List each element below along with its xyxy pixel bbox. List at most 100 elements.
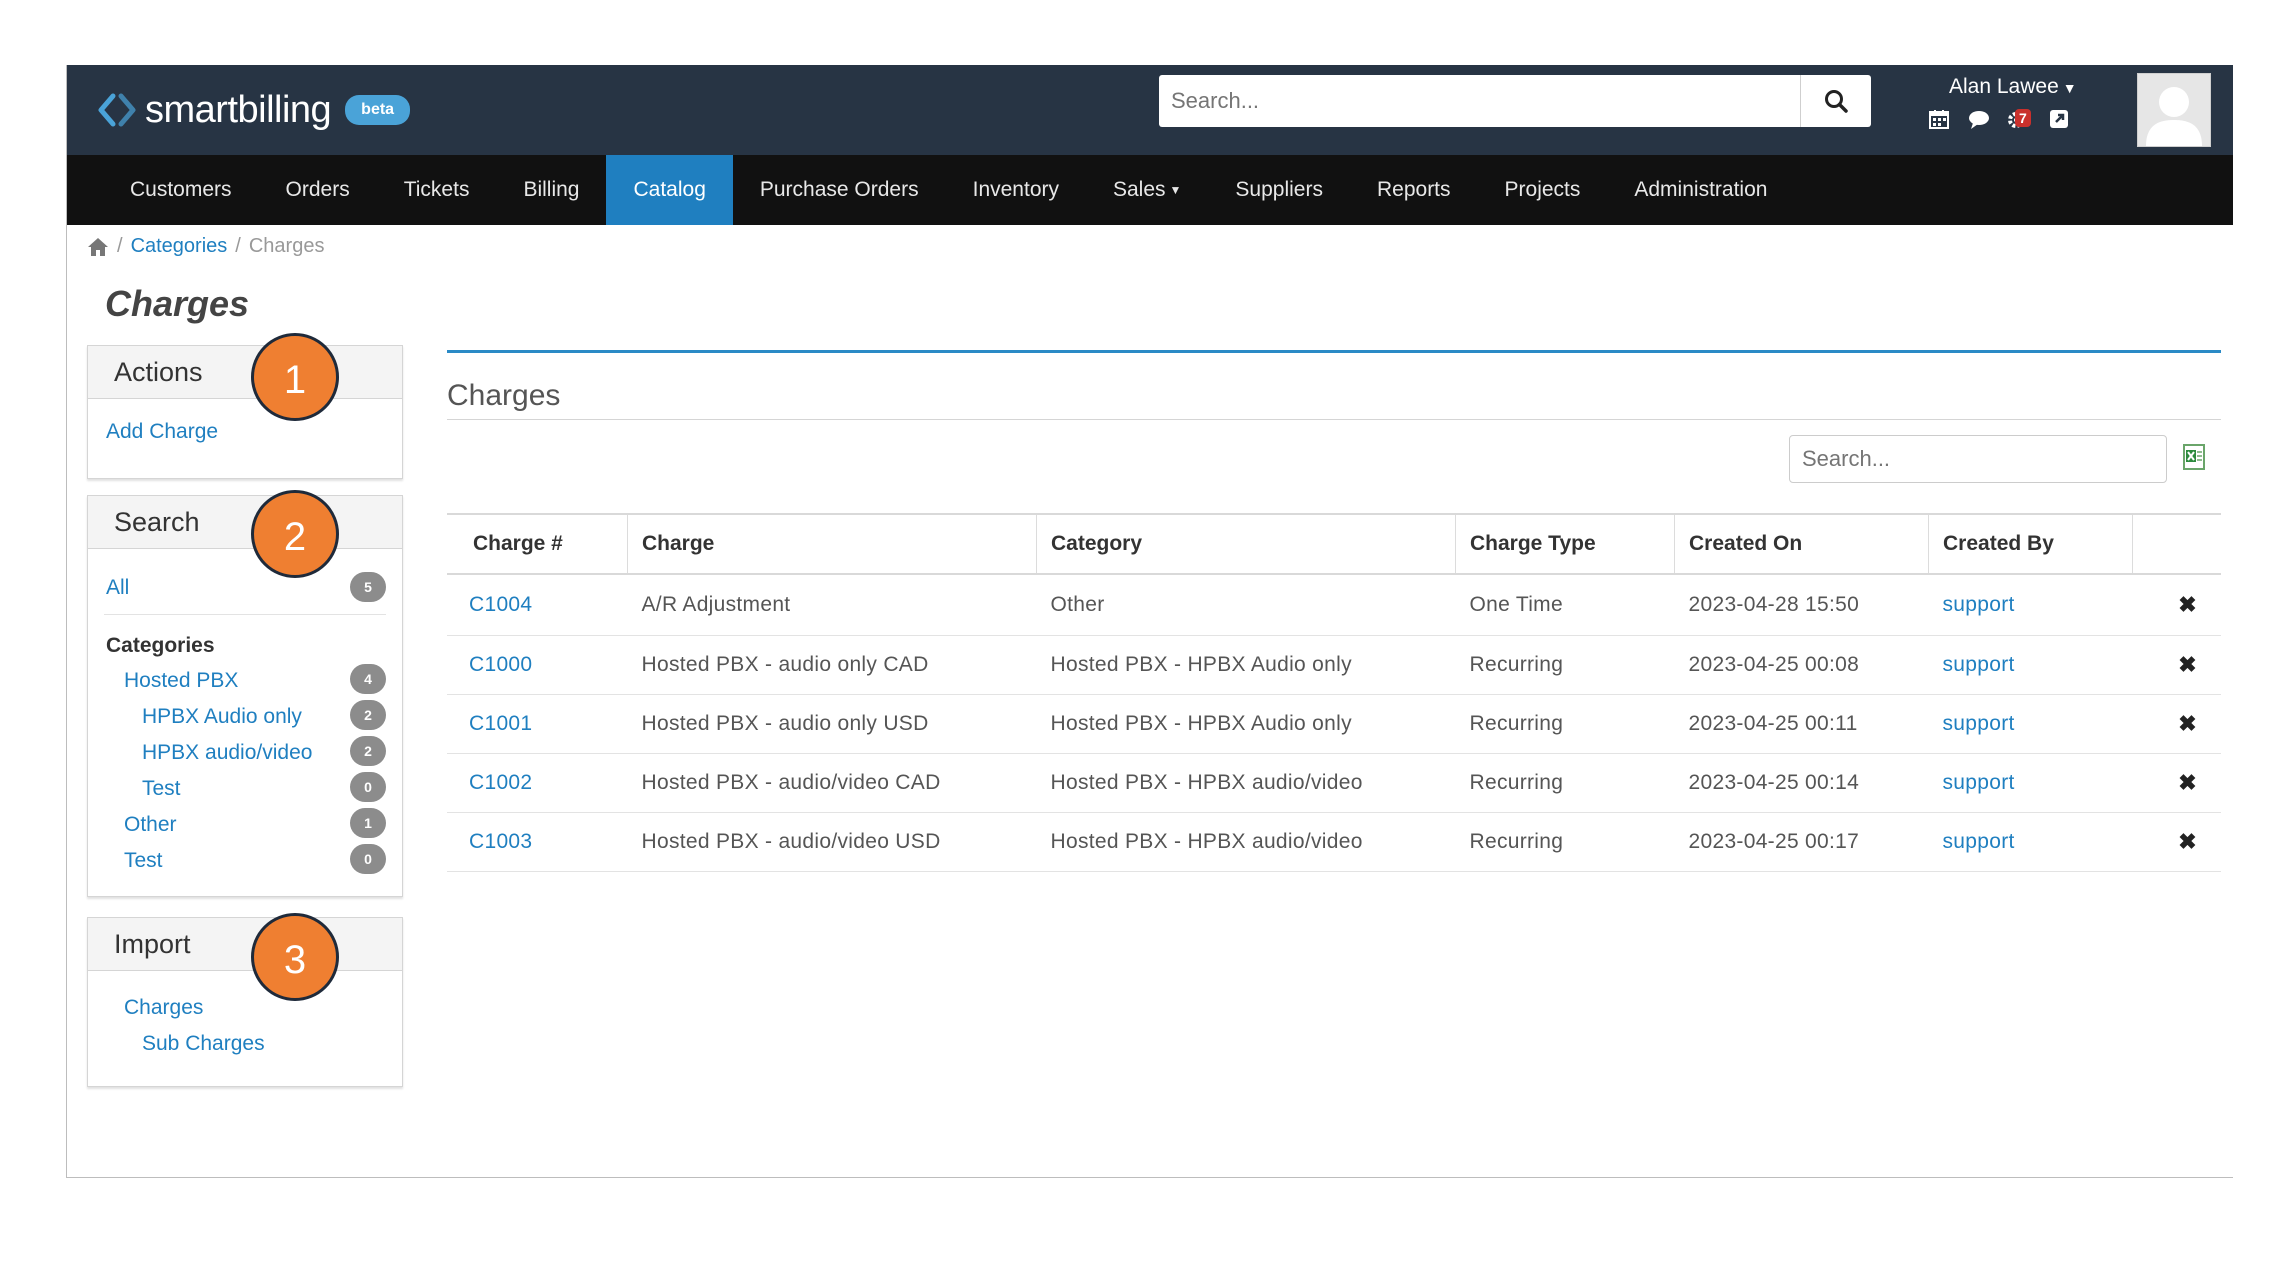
nav-label: Projects <box>1504 178 1581 201</box>
calendar-icon[interactable] <box>1927 107 1951 131</box>
created-by-link[interactable]: support <box>1943 830 2015 853</box>
charge-type-cell: Recurring <box>1455 812 1675 872</box>
charges-table: Charge # Charge Category Charge Type Cre… <box>447 513 2221 872</box>
excel-export-icon[interactable] <box>2183 444 2207 470</box>
created-by-link[interactable]: support <box>1943 771 2015 794</box>
column-header-created-by[interactable]: Created By <box>1928 513 2133 575</box>
column-header-charge[interactable]: Charge <box>627 513 1037 575</box>
nav-billing[interactable]: Billing <box>496 155 606 225</box>
column-header-charge-num[interactable]: Charge # <box>447 513 628 575</box>
charge-cell: A/R Adjustment <box>627 574 1037 636</box>
column-header-category[interactable]: Category <box>1036 513 1456 575</box>
charge-cell: Hosted PBX - audio/video USD <box>627 812 1037 872</box>
callout-2: 2 <box>251 490 339 578</box>
count-badge: 0 <box>350 844 386 874</box>
table-row: C1004 A/R Adjustment Other One Time 2023… <box>447 574 2221 636</box>
import-charges-link[interactable]: Charges <box>124 996 203 1020</box>
nav-label: Tickets <box>403 178 470 201</box>
add-charge-link[interactable]: Add Charge <box>106 420 218 444</box>
nav-catalog[interactable]: Catalog <box>606 155 733 225</box>
nav-reports[interactable]: Reports <box>1350 155 1478 225</box>
nav-purchase-orders[interactable]: Purchase Orders <box>733 155 946 225</box>
category-other[interactable]: Other <box>124 813 177 837</box>
charge-type-cell: Recurring <box>1455 635 1675 695</box>
page-title: Charges <box>105 283 250 324</box>
nav-label: Purchase Orders <box>759 178 919 201</box>
external-link-icon[interactable] <box>2047 107 2071 131</box>
nav-label: Reports <box>1376 178 1451 201</box>
home-icon[interactable] <box>87 237 109 257</box>
avatar[interactable] <box>2137 73 2211 147</box>
table-search-input[interactable] <box>1789 435 2167 483</box>
created-by-link[interactable]: support <box>1943 712 2015 735</box>
count-badge: 0 <box>350 772 386 802</box>
charge-number-link[interactable]: C1001 <box>469 712 532 735</box>
created-on-cell: 2023-04-28 15:50 <box>1674 574 1929 636</box>
caret-down-icon: ▼ <box>2062 80 2077 96</box>
breadcrumb-current: Charges <box>248 235 325 257</box>
global-search-button[interactable] <box>1800 75 1871 127</box>
section-rule <box>447 350 2221 353</box>
column-header-charge-type[interactable]: Charge Type <box>1455 513 1675 575</box>
category-test[interactable]: Test <box>124 849 163 873</box>
divider <box>104 614 386 615</box>
category-cell: Hosted PBX - HPBX Audio only <box>1036 694 1456 754</box>
delete-icon[interactable]: ✖ <box>2132 753 2221 813</box>
charge-number-link[interactable]: C1004 <box>469 593 532 616</box>
column-header-created-on[interactable]: Created On <box>1674 513 1929 575</box>
table-row: C1003 Hosted PBX - audio/video USD Hoste… <box>447 812 2221 872</box>
breadcrumb-categories[interactable]: Categories <box>131 235 228 258</box>
charge-cell: Hosted PBX - audio/video CAD <box>627 753 1037 813</box>
nav-sales[interactable]: Sales ▼ <box>1086 155 1208 225</box>
nav-label: Orders <box>285 178 350 201</box>
brand-name: smartbilling <box>145 88 332 131</box>
chat-icon[interactable] <box>1967 107 1991 131</box>
logo-mark-icon <box>98 93 136 127</box>
app-window: smartbilling beta Alan Lawee▼ <box>66 65 2233 1178</box>
delete-icon[interactable]: ✖ <box>2132 635 2221 695</box>
column-header-actions <box>2132 513 2221 575</box>
user-toolbar <box>1927 107 2071 131</box>
created-by-link[interactable]: support <box>1943 593 2015 616</box>
nav-label: Inventory <box>972 178 1059 201</box>
charge-number-link[interactable]: C1003 <box>469 830 532 853</box>
user-silhouette-icon <box>2146 87 2202 146</box>
delete-icon[interactable]: ✖ <box>2132 694 2221 754</box>
nav-orders[interactable]: Orders <box>259 155 377 225</box>
nav-tickets[interactable]: Tickets <box>377 155 497 225</box>
nav-label: Administration <box>1634 178 1768 201</box>
categories-heading: Categories <box>106 634 215 657</box>
search-icon <box>1825 90 1848 113</box>
charge-number-link[interactable]: C1002 <box>469 771 532 794</box>
category-hpbx-audio-video[interactable]: HPBX audio/video <box>142 741 312 765</box>
created-on-cell: 2023-04-25 00:14 <box>1674 753 1929 813</box>
filter-all-link[interactable]: All <box>106 576 129 600</box>
actions-panel-title: Actions <box>88 346 402 399</box>
nav-suppliers[interactable]: Suppliers <box>1208 155 1350 225</box>
created-by-link[interactable]: support <box>1943 653 2015 676</box>
section-title: Charges <box>447 379 561 412</box>
charge-number-link[interactable]: C1000 <box>469 653 532 676</box>
category-hosted-pbx[interactable]: Hosted PBX <box>124 669 238 693</box>
nav-projects[interactable]: Projects <box>1478 155 1608 225</box>
category-cell: Other <box>1036 574 1456 636</box>
breadcrumb-separator: / <box>117 235 123 257</box>
actions-panel: Actions Add Charge <box>87 345 403 479</box>
nav-customers[interactable]: Customers <box>103 155 259 225</box>
nav-administration[interactable]: Administration <box>1607 155 1794 225</box>
nav-label: Sales <box>1113 178 1166 201</box>
breadcrumb-separator: / <box>235 235 241 257</box>
table-row: C1002 Hosted PBX - audio/video CAD Hoste… <box>447 753 2221 813</box>
category-test-sub[interactable]: Test <box>142 777 181 801</box>
import-sub-charges-link[interactable]: Sub Charges <box>142 1032 265 1056</box>
nav-inventory[interactable]: Inventory <box>946 155 1086 225</box>
delete-icon[interactable]: ✖ <box>2132 574 2221 636</box>
delete-icon[interactable]: ✖ <box>2132 812 2221 872</box>
charge-type-cell: One Time <box>1455 574 1675 636</box>
brand-logo[interactable]: smartbilling beta <box>97 85 411 135</box>
user-menu[interactable]: Alan Lawee ▼ <box>1949 75 2077 99</box>
global-search-input[interactable] <box>1159 75 1800 127</box>
nav-label: Billing <box>523 178 580 201</box>
category-hpbx-audio-only[interactable]: HPBX Audio only <box>142 705 302 729</box>
count-badge: 1 <box>350 808 386 838</box>
